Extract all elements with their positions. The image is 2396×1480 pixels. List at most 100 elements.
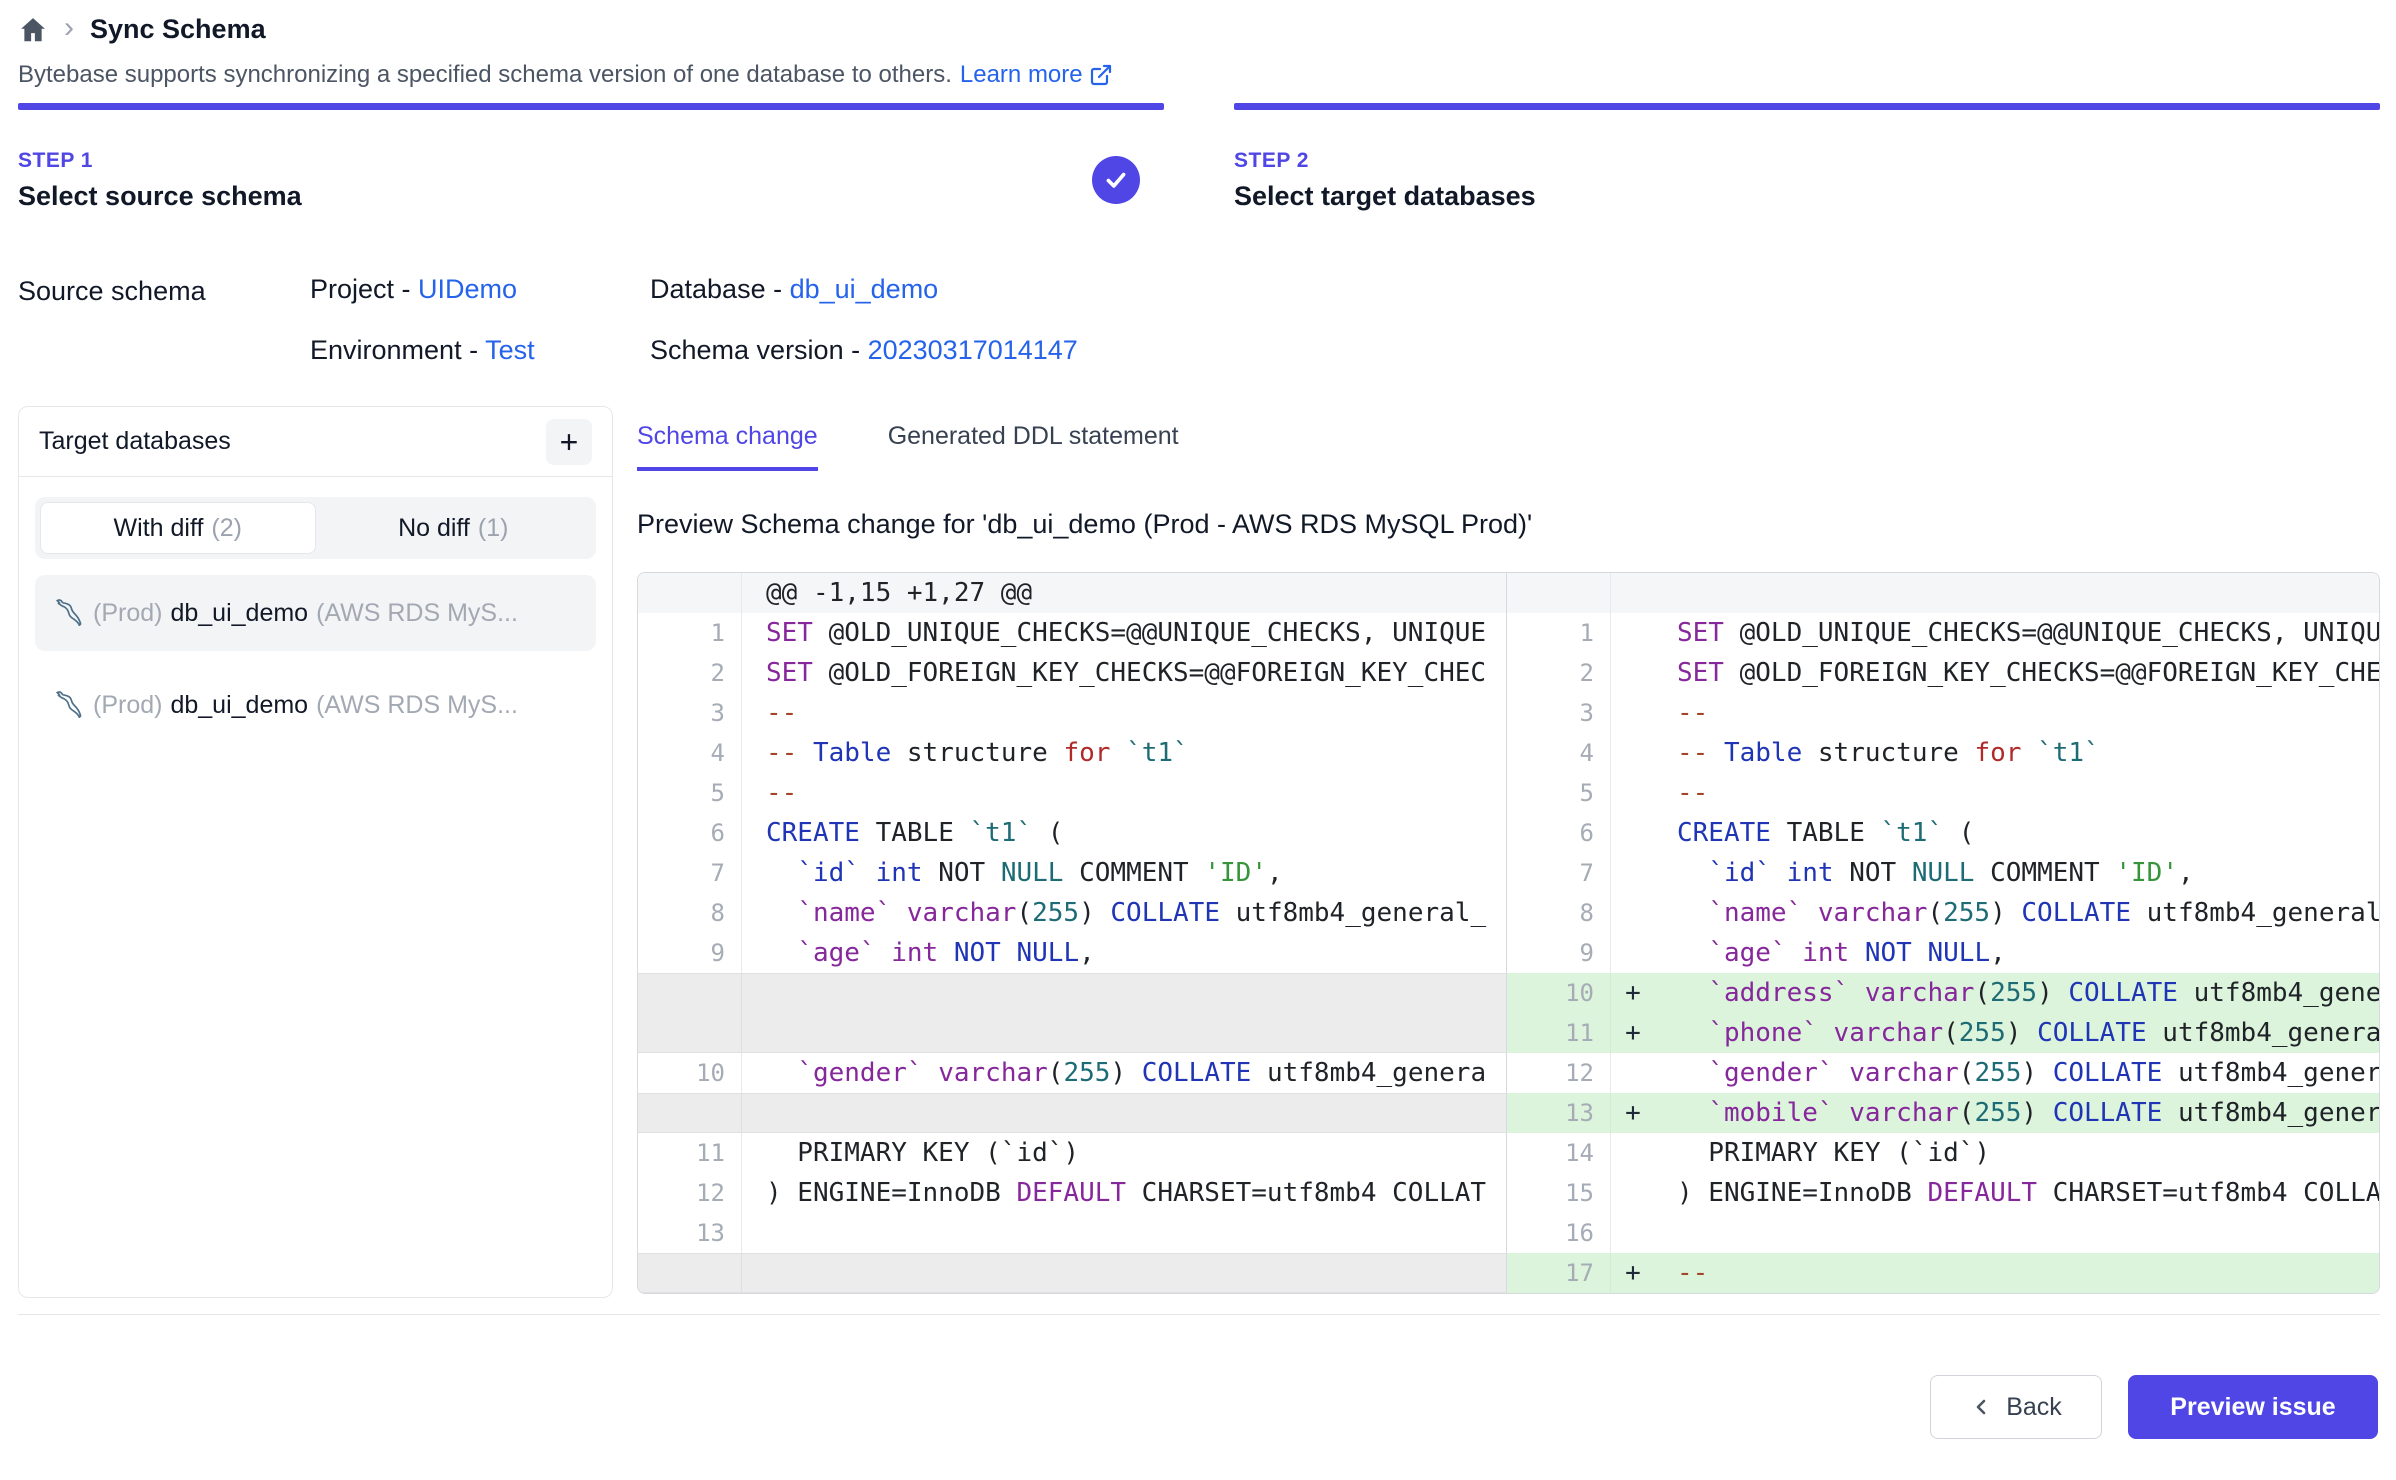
diff-code-line: -- xyxy=(1655,1258,2379,1288)
step-2-title: Select target databases xyxy=(1234,181,1536,212)
diff-row-right-13: 13+ `mobile` varchar(255) COLLATE utf8mb… xyxy=(1507,1093,2379,1133)
source-field-value-link[interactable]: db_ui_demo xyxy=(790,274,939,304)
diff-row-right-17: 17+-- xyxy=(1507,1253,2379,1293)
diff-row-left-header: @@ -1,15 +1,27 @@ xyxy=(638,573,1506,613)
diff-filter-tabs: With diff(2) No diff (1) xyxy=(35,497,596,559)
database-instance: (AWS RDS MyS... xyxy=(316,691,518,720)
diff-code-line: `address` varchar(255) COLLATE utf8mb4_g… xyxy=(1655,978,2379,1008)
tab-count: (1) xyxy=(478,514,509,543)
page-description: Bytebase supports synchronizing a specif… xyxy=(18,61,2380,89)
source-field-value-link[interactable]: UIDemo xyxy=(418,274,517,304)
diff-code-line: `age` int NOT NULL, xyxy=(742,938,1506,968)
diff-code-line: `phone` varchar(255) COLLATE utf8mb4_gen… xyxy=(1655,1018,2379,1048)
diff-code-line: SET @OLD_FOREIGN_KEY_CHECKS=@@FOREIGN_KE… xyxy=(1655,658,2379,688)
diff-line-number: 11 xyxy=(1507,1013,1611,1053)
diff-line-number: 7 xyxy=(638,853,742,893)
diff-line-number xyxy=(1507,573,1611,613)
diff-row-right-9: 9 `age` int NOT NULL, xyxy=(1507,933,2379,973)
diff-code-line: `gender` varchar(255) COLLATE utf8mb4_ge… xyxy=(1655,1058,2379,1088)
learn-more-link[interactable]: Learn more xyxy=(960,61,1113,89)
diff-line-number: 14 xyxy=(1507,1133,1611,1173)
home-icon[interactable] xyxy=(18,15,48,45)
step-1-label: STEP 1 xyxy=(18,149,302,173)
database-name: db_ui_demo xyxy=(170,599,308,628)
diff-row-right-1: 1SET @OLD_UNIQUE_CHECKS=@@UNIQUE_CHECKS,… xyxy=(1507,613,2379,653)
diff-line-number: 5 xyxy=(1507,773,1611,813)
back-button[interactable]: Back xyxy=(1930,1375,2102,1439)
schema-diff-view: @@ -1,15 +1,27 @@1SET @OLD_UNIQUE_CHECKS… xyxy=(637,572,2380,1294)
diff-pane-source[interactable]: @@ -1,15 +1,27 @@1SET @OLD_UNIQUE_CHECKS… xyxy=(638,573,1506,1293)
diff-row-left-9: 9 `age` int NOT NULL, xyxy=(638,933,1506,973)
diff-code-line: `id` int NOT NULL COMMENT 'ID', xyxy=(1655,858,2379,888)
check-icon xyxy=(1103,167,1129,193)
tab-generated-ddl-statement[interactable]: Generated DDL statement xyxy=(888,422,1179,471)
diff-code-line: SET @OLD_UNIQUE_CHECKS=@@UNIQUE_CHECKS, … xyxy=(1655,618,2379,648)
diff-pane-target[interactable]: 1SET @OLD_UNIQUE_CHECKS=@@UNIQUE_CHECKS,… xyxy=(1506,573,2379,1293)
diff-change-marker: + xyxy=(1611,1098,1655,1128)
tab-count: (2) xyxy=(211,514,242,543)
source-field-value-link[interactable]: Test xyxy=(485,335,535,365)
diff-line-number: 12 xyxy=(1507,1053,1611,1093)
description-text: Bytebase supports synchronizing a specif… xyxy=(18,61,952,89)
source-field-name: Environment - xyxy=(310,335,485,365)
diff-row-right-11: 11+ `phone` varchar(255) COLLATE utf8mb4… xyxy=(1507,1013,2379,1053)
diff-line-number: 10 xyxy=(638,1053,742,1093)
diff-code-line: PRIMARY KEY (`id`) xyxy=(1655,1138,2379,1168)
database-name: db_ui_demo xyxy=(170,691,308,720)
tab-label: No diff xyxy=(398,514,470,543)
source-field-project: Project - UIDemo xyxy=(310,274,650,305)
diff-line-number: 17 xyxy=(1507,1253,1611,1293)
external-link-icon xyxy=(1089,63,1113,87)
step-1: STEP 1 Select source schema xyxy=(18,103,1164,228)
diff-line-number: 10 xyxy=(1507,973,1611,1013)
footer-actions: Back Preview issue xyxy=(0,1315,2396,1439)
diff-line-number: 4 xyxy=(1507,733,1611,773)
diff-row-left-3: 3-- xyxy=(638,693,1506,733)
source-field-schema-version: Schema version - 20230317014147 xyxy=(650,335,1078,366)
preview-title: Preview Schema change for 'db_ui_demo (P… xyxy=(637,509,2380,540)
diff-line-number xyxy=(638,974,742,1052)
diff-row-left-1: 1SET @OLD_UNIQUE_CHECKS=@@UNIQUE_CHECKS,… xyxy=(638,613,1506,653)
diff-line-number xyxy=(638,1254,742,1292)
diff-line-number: 2 xyxy=(638,653,742,693)
diff-code-line: -- Table structure for `t1` xyxy=(1655,738,2379,768)
diff-row-left-5: 5-- xyxy=(638,773,1506,813)
tab-schema-change[interactable]: Schema change xyxy=(637,422,818,471)
diff-row-left-13: 13 xyxy=(638,1213,1506,1253)
target-database-item[interactable]: (Prod) db_ui_demo (AWS RDS MyS... xyxy=(35,667,596,743)
database-instance: (AWS RDS MyS... xyxy=(316,599,518,628)
source-schema-fields: Project - UIDemoDatabase - db_ui_demoEnv… xyxy=(310,274,1078,366)
diff-row-left-6: 6CREATE TABLE `t1` ( xyxy=(638,813,1506,853)
diff-row-right-4: 4 -- Table structure for `t1` xyxy=(1507,733,2379,773)
tab-no-diff[interactable]: No diff (1) xyxy=(316,502,592,554)
source-schema-section: Source schema Project - UIDemoDatabase -… xyxy=(18,274,2380,366)
preview-issue-button[interactable]: Preview issue xyxy=(2128,1375,2378,1439)
diff-code-line: CREATE TABLE `t1` ( xyxy=(742,818,1506,848)
add-target-database-button[interactable]: + xyxy=(546,419,592,465)
diff-line-number: 5 xyxy=(638,773,742,813)
diff-line-number: 11 xyxy=(638,1133,742,1173)
diff-row-right-14: 14 PRIMARY KEY (`id`) xyxy=(1507,1133,2379,1173)
diff-row-right-6: 6CREATE TABLE `t1` ( xyxy=(1507,813,2379,853)
diff-row-left-7: 7 `id` int NOT NULL COMMENT 'ID', xyxy=(638,853,1506,893)
source-schema-label: Source schema xyxy=(18,274,310,366)
source-field-name: Project - xyxy=(310,274,418,304)
source-field-name: Schema version - xyxy=(650,335,868,365)
diff-line-number: 16 xyxy=(1507,1213,1611,1253)
diff-code-line: ) ENGINE=InnoDB DEFAULT CHARSET=utf8mb4 … xyxy=(1655,1178,2379,1208)
diff-row-left-10: 10 `gender` varchar(255) COLLATE utf8mb4… xyxy=(638,1053,1506,1093)
diff-line-number: 7 xyxy=(1507,853,1611,893)
source-field-value-link[interactable]: 20230317014147 xyxy=(868,335,1078,365)
diff-row-left-12: 12) ENGINE=InnoDB DEFAULT CHARSET=utf8mb… xyxy=(638,1173,1506,1213)
diff-line-number xyxy=(638,573,742,613)
diff-code-line: -- xyxy=(742,698,1506,728)
target-database-item[interactable]: (Prod)db_ui_demo(AWS RDS MyS... xyxy=(35,575,596,651)
diff-line-number: 9 xyxy=(1507,933,1611,973)
diff-change-marker: + xyxy=(1611,1258,1655,1288)
diff-code-line: -- xyxy=(1655,778,2379,808)
database-environment: (Prod) xyxy=(93,691,162,720)
diff-code-line: -- xyxy=(1655,698,2379,728)
diff-row-right-15: 15) ENGINE=InnoDB DEFAULT CHARSET=utf8mb… xyxy=(1507,1173,2379,1213)
tab-with-diff[interactable]: With diff(2) xyxy=(40,502,316,554)
source-field-name: Database - xyxy=(650,274,790,304)
